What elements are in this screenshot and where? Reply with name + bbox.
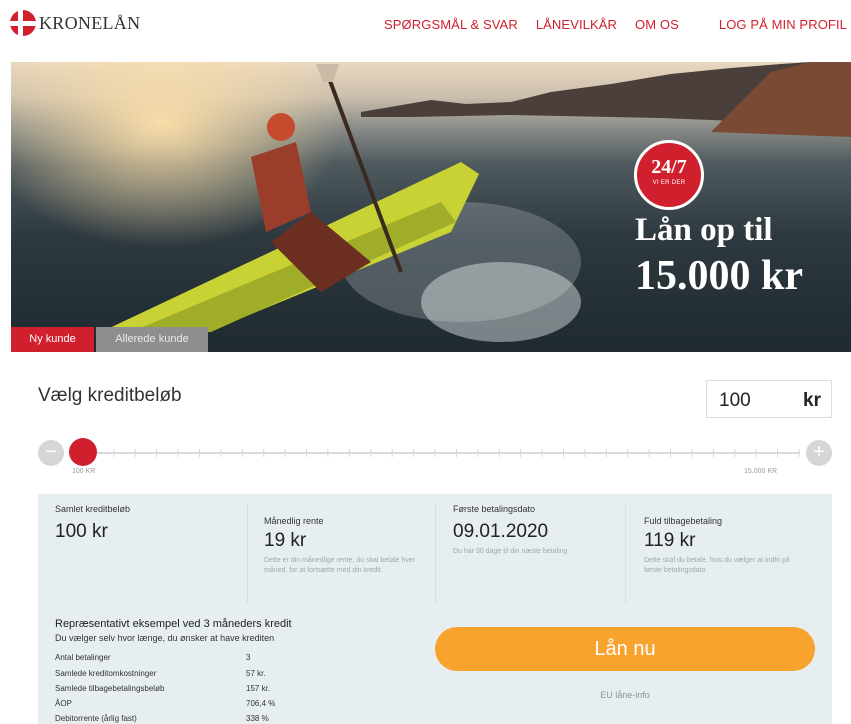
brand-logo[interactable]: KRONELÅN bbox=[10, 10, 140, 36]
example-row-value: 157 kr. bbox=[246, 684, 271, 693]
loan-summary-panel: Samlet kreditbeløb 100 kr Månedlig rente… bbox=[38, 494, 832, 724]
summary-value: 19 kr bbox=[264, 530, 307, 551]
summary-note: Dette skal du betale, hvis du vælger at … bbox=[644, 557, 790, 574]
example-row-label: ÅOP bbox=[55, 699, 72, 708]
danish-flag-icon bbox=[10, 10, 36, 36]
calculator-title: Vælg kreditbeløb bbox=[38, 385, 182, 406]
badge-sub-text: VI ER DER bbox=[652, 180, 686, 186]
eu-loan-info-link[interactable]: EU låne-info bbox=[435, 690, 815, 700]
example-row: Debitorrente (årlig fast) 338 % bbox=[55, 714, 269, 723]
site-header: KRONELÅN SPØRGSMÅL & SVAR LÅNEVILKÅR OM … bbox=[0, 0, 851, 48]
example-row-label: Samlede kreditomkostninger bbox=[55, 669, 157, 678]
summary-note: Dette er din månedlige rente, du skal be… bbox=[264, 557, 415, 574]
example-row-label: Debitorrente (årlig fast) bbox=[55, 714, 137, 723]
slider-ticks bbox=[70, 449, 800, 457]
summary-label: Samlet kreditbeløb bbox=[55, 504, 131, 514]
example-title: Repræsentativt eksempel ved 3 måneders k… bbox=[55, 618, 292, 630]
summary-monthly-interest: Månedlig rente 19 kr Dette er din månedl… bbox=[247, 504, 435, 604]
summary-note: Du har 30 dage til din næste betaling bbox=[453, 548, 568, 555]
example-row-value: 338 % bbox=[246, 714, 269, 723]
tab-existing-customer[interactable]: Allerede kunde bbox=[96, 327, 208, 352]
main-nav: SPØRGSMÅL & SVAR LÅNEVILKÅR OM OS LOG PÅ… bbox=[366, 17, 847, 32]
summary-label: Fuld tilbagebetaling bbox=[644, 516, 723, 526]
example-row-value: 57 kr. bbox=[246, 669, 266, 678]
summary-label: Månedlig rente bbox=[264, 516, 324, 526]
slider-handle[interactable] bbox=[69, 438, 97, 466]
example-row-label: Antal betalinger bbox=[55, 653, 111, 662]
nav-about[interactable]: OM OS bbox=[635, 17, 679, 32]
example-subtitle: Du vælger selv hvor længe, du ønsker at … bbox=[55, 633, 275, 643]
slider-increase-button[interactable]: + bbox=[806, 440, 832, 466]
hero-headline-2: 15.000 kr bbox=[635, 253, 803, 299]
hero-image bbox=[101, 62, 851, 347]
summary-value: 100 kr bbox=[55, 521, 108, 542]
example-row: Samlede kreditomkostninger 57 kr. bbox=[55, 669, 266, 678]
nav-loan-terms[interactable]: LÅNEVILKÅR bbox=[536, 17, 617, 32]
hero-banner: 24/7 VI ER DER Lån op til 15.000 kr bbox=[11, 62, 851, 352]
example-row-value: 706,4 % bbox=[246, 699, 276, 708]
brand-name: KRONELÅN bbox=[39, 12, 141, 33]
example-row: Samlede tilbagebetalingsbeløb 157 kr. bbox=[55, 684, 270, 693]
example-row: Antal betalinger 3 bbox=[55, 653, 250, 662]
example-row-label: Samlede tilbagebetalingsbeløb bbox=[55, 684, 165, 693]
amount-input[interactable]: 100 kr bbox=[706, 380, 832, 418]
amount-value: 100 bbox=[719, 390, 751, 411]
apply-loan-button[interactable]: Lån nu bbox=[435, 627, 815, 671]
nav-faq[interactable]: SPØRGSMÅL & SVAR bbox=[384, 17, 518, 32]
example-row-value: 3 bbox=[246, 653, 251, 662]
slider-max-label: 15.000 KR bbox=[744, 468, 778, 475]
nav-login[interactable]: LOG PÅ MIN PROFIL bbox=[719, 17, 847, 32]
hero-headline-1: Lån op til bbox=[635, 212, 773, 248]
summary-label: Første betalingsdato bbox=[453, 504, 536, 514]
slider-decrease-button[interactable]: − bbox=[38, 440, 64, 466]
example-row: ÅOP 706,4 % bbox=[55, 699, 275, 708]
summary-full-repayment: Fuld tilbagebetaling 119 kr Dette skal d… bbox=[625, 504, 825, 604]
summary-value: 119 kr bbox=[644, 530, 696, 551]
amount-unit: kr bbox=[803, 390, 821, 411]
tab-new-customer[interactable]: Ny kunde bbox=[11, 327, 94, 352]
badge-main-text: 24/7 bbox=[651, 156, 687, 178]
slider-min-label: 100 KR bbox=[72, 468, 96, 475]
summary-first-payment: Første betalingsdato 09.01.2020 Du har 3… bbox=[435, 504, 625, 604]
summary-total-credit: Samlet kreditbeløb 100 kr bbox=[55, 504, 245, 604]
support-badge: 24/7 VI ER DER bbox=[634, 140, 704, 210]
summary-value: 09.01.2020 bbox=[453, 521, 549, 542]
